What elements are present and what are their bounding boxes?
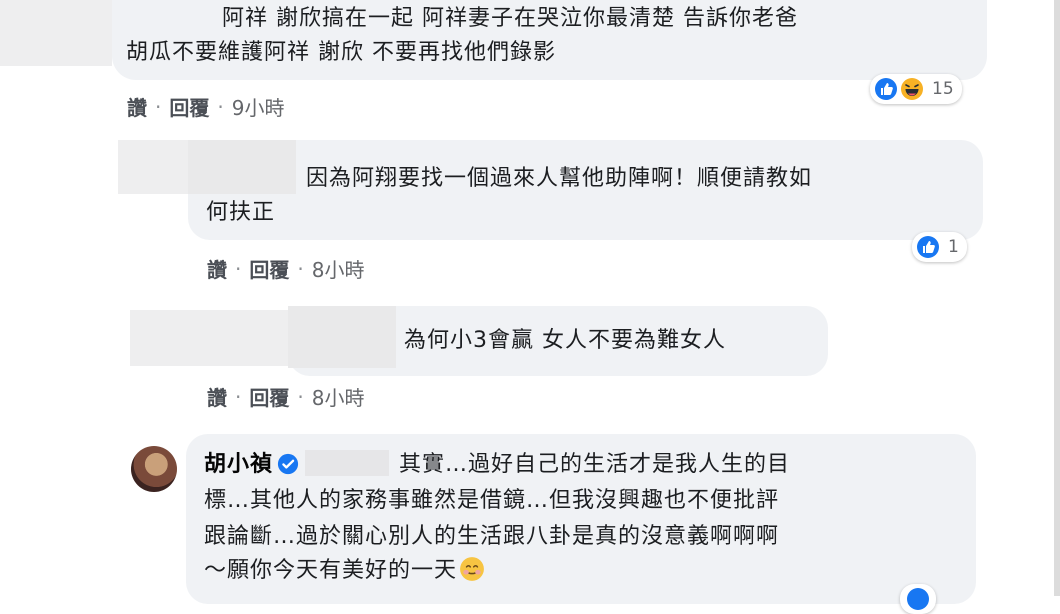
separator-dot: · [235, 256, 242, 281]
comment-text-line: 胡小禎 其實…過好自己的生活才是我人生的目 [204, 450, 790, 480]
comment-text-line: 阿祥 謝欣搞在一起 阿祥妻子在哭泣你最清楚 告訴你老爸 [222, 6, 798, 31]
separator-dot: · [217, 94, 224, 119]
separator-dot: · [297, 256, 304, 281]
redacted-mention [305, 450, 390, 476]
comment-actions: 讚 · 回覆 · 8小時 [207, 254, 364, 283]
separator-dot: · [235, 384, 242, 409]
comment-actions: 讚 · 回覆 · 9小時 [127, 92, 284, 121]
separator-dot: · [297, 384, 304, 409]
like-link[interactable]: 讚 [127, 92, 147, 121]
comment-text-line: 為何小3會贏 女人不要為難女人 [404, 328, 726, 353]
redacted-author [288, 306, 396, 368]
comment-text-segment: ～願你今天有美好的一天 [204, 558, 458, 583]
comment-text-line: 何扶正 [206, 200, 276, 225]
comment-text-line: 標…其他人的家務事雖然是借鏡…但我沒興趣也不便批評 [204, 488, 780, 513]
like-icon [875, 78, 897, 100]
like-icon [907, 588, 929, 610]
like-link[interactable]: 讚 [207, 382, 227, 411]
reply-link[interactable]: 回覆 [169, 92, 209, 121]
avatar[interactable] [131, 446, 177, 492]
comment-bubble: 為何小3會贏 女人不要為難女人 [288, 306, 828, 376]
redacted-area [0, 0, 112, 66]
comment-timestamp[interactable]: 8小時 [312, 254, 365, 283]
reply-link[interactable]: 回覆 [249, 254, 289, 283]
reaction-summary[interactable] [900, 584, 936, 614]
like-link[interactable]: 讚 [207, 254, 227, 283]
comment-text-segment: 其實…過好自己的生活才是我人生的目 [399, 452, 791, 477]
smiling-face-icon [460, 557, 484, 581]
separator-dot: · [155, 94, 162, 119]
comment-text-line: ～願你今天有美好的一天 [204, 556, 485, 586]
like-icon [917, 236, 939, 258]
comment-timestamp[interactable]: 9小時 [232, 92, 285, 121]
redacted-author [188, 140, 296, 194]
comment-author[interactable]: 胡小禎 [204, 452, 273, 477]
reaction-summary[interactable]: 15 [870, 74, 962, 104]
haha-icon [901, 78, 923, 100]
right-edge-divider [1054, 0, 1060, 596]
redacted-avatar [130, 310, 296, 366]
comment-bubble: 阿祥 謝欣搞在一起 阿祥妻子在哭泣你最清楚 告訴你老爸 胡瓜不要維護阿祥 謝欣 … [112, 0, 987, 80]
comment-bubble: 因為阿翔要找一個過來人幫他助陣啊！順便請教如 何扶正 [188, 140, 983, 240]
comment-text-line: 胡瓜不要維護阿祥 謝欣 不要再找他們錄影 [126, 40, 556, 65]
reply-link[interactable]: 回覆 [249, 382, 289, 411]
comment-actions: 讚 · 回覆 · 8小時 [207, 382, 364, 411]
reaction-count: 15 [932, 79, 954, 99]
comment-text-line: 跟論斷…過於關心別人的生活跟八卦是真的沒意義啊啊啊 [204, 524, 780, 549]
comment-timestamp[interactable]: 8小時 [312, 382, 365, 411]
verified-badge-icon [277, 453, 299, 475]
reaction-count: 1 [948, 237, 959, 257]
comment-text-line: 因為阿翔要找一個過來人幫他助陣啊！順便請教如 [306, 166, 813, 191]
comment-bubble: 胡小禎 其實…過好自己的生活才是我人生的目 標…其他人的家務事雖然是借鏡…但我沒興… [186, 434, 976, 604]
reaction-summary[interactable]: 1 [912, 232, 967, 262]
